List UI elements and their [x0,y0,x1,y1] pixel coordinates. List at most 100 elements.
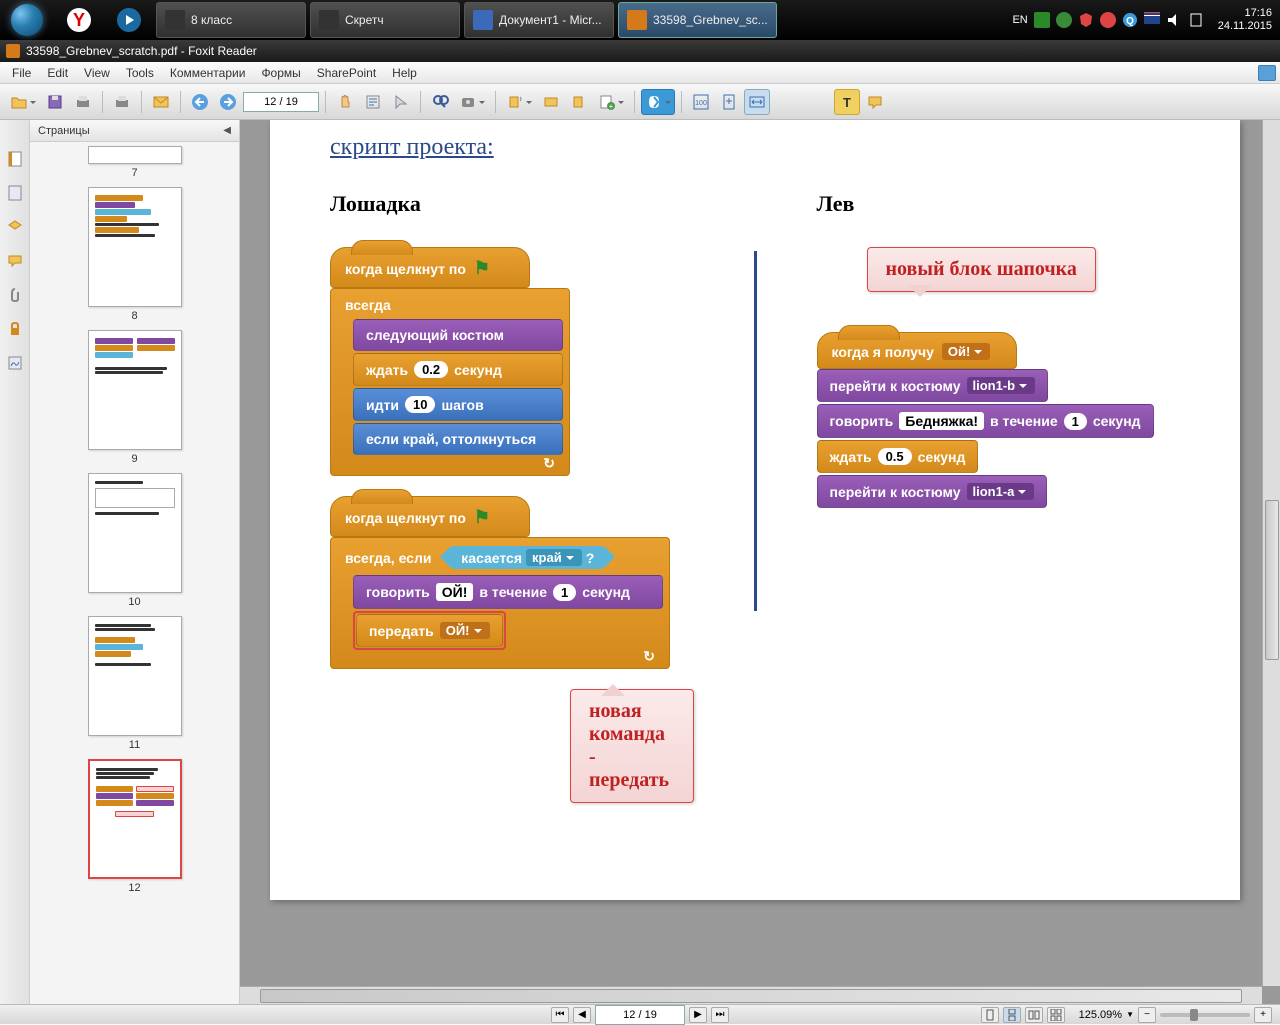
continuous-view-button[interactable] [1003,1007,1021,1023]
vertical-scrollbar[interactable] [1262,120,1280,986]
touching-block: касаетсякрай? [451,546,604,569]
clock[interactable]: 17:16 24.11.2015 [1218,7,1272,33]
move-block: идти10шагов [353,388,563,421]
tray-icon[interactable] [1056,12,1072,28]
zoom-fit-width-button[interactable] [744,89,770,115]
snapshot-button[interactable] [455,89,489,115]
layers-tab-icon[interactable] [6,218,24,236]
svg-text:100: 100 [695,100,707,107]
thumbnails-list[interactable]: 7 8 9 10 11 12 [30,142,239,1004]
thumbnail-10[interactable]: 10 [30,473,239,608]
zoom-dropdown-icon[interactable]: ▼ [1126,1010,1134,1019]
prev-page-button[interactable]: ◀ [573,1007,591,1023]
shield-icon[interactable] [1078,12,1094,28]
taskbar-item-2[interactable]: Документ1 - Micr... [464,2,614,38]
facing-continuous-view-button[interactable] [1047,1007,1065,1023]
zoom-actual-button[interactable]: 100 [688,89,714,115]
select-text-button[interactable] [360,89,386,115]
hand-tool-button[interactable] [332,89,358,115]
switch-costume-block: перейти к костюмуlion1-a [817,475,1048,508]
taskbar-item-1[interactable]: Скретч [310,2,460,38]
forever-if-block: всегда, если касаетсякрай? говоритьОЙ!в … [330,537,670,669]
select-annotation-button[interactable] [388,89,414,115]
menu-help[interactable]: Help [384,66,425,80]
tray-icon[interactable] [1100,12,1116,28]
next-page-button[interactable]: ▶ [689,1007,707,1023]
taskbar-pinned-yandex[interactable]: Y [54,0,104,40]
search-button[interactable] [427,89,453,115]
security-tab-icon[interactable] [6,320,24,338]
taskbar-item-3[interactable]: 33598_Grebnev_sc... [618,2,777,38]
signatures-tab-icon[interactable] [6,354,24,372]
thumbnail-8[interactable]: 8 [30,187,239,322]
email-button[interactable] [148,89,174,115]
pages-tab-icon[interactable] [6,184,24,202]
menu-view[interactable]: View [76,66,118,80]
last-page-button[interactable]: ⏭ [711,1007,729,1023]
attachments-tab-icon[interactable] [6,286,24,304]
say-block: говоритьОЙ!в течение1секунд [353,575,663,609]
next-page-button[interactable] [215,89,241,115]
page-number-input[interactable] [595,1005,685,1025]
insert-button[interactable]: + [594,89,628,115]
taskbar-item-label: 33598_Grebnev_sc... [653,13,768,27]
comments-tab-icon[interactable] [6,252,24,270]
menu-file[interactable]: File [4,66,39,80]
green-flag-icon: ⚑ [474,507,490,528]
callout-new-hat: новый блок шапочка [867,247,1096,292]
menu-sharepoint[interactable]: SharePoint [309,66,384,80]
menu-edit[interactable]: Edit [39,66,76,80]
single-page-view-button[interactable] [981,1007,999,1023]
menu-forms[interactable]: Формы [253,66,308,80]
print-button-2[interactable] [109,89,135,115]
rotate-right-button[interactable] [566,89,592,115]
facing-view-button[interactable] [1025,1007,1043,1023]
volume-icon[interactable] [1166,12,1182,28]
column-title: Лев [817,191,1181,217]
save-button[interactable] [42,89,68,115]
print-button[interactable] [70,89,96,115]
thumbnail-11[interactable]: 11 [30,616,239,751]
bounce-block: если край, оттолкнуться [353,423,563,455]
open-button[interactable] [6,89,40,115]
tray-icon[interactable] [1034,12,1050,28]
bookmarks-tab-icon[interactable] [6,150,24,168]
quicktime-icon[interactable]: Q [1122,12,1138,28]
hat-block: когда щелкнут по⚑ [330,247,530,288]
flag-icon[interactable] [1144,12,1160,28]
horizontal-scrollbar[interactable] [240,986,1262,1004]
thumbnail-9[interactable]: 9 [30,330,239,465]
rotate-view-button[interactable] [538,89,564,115]
note-button[interactable] [862,89,888,115]
page-navigator: ⏮ ◀ ▶ ⏭ [551,1005,729,1025]
next-costume-block: следующий костюм [353,319,563,351]
thumbnail-12[interactable]: 12 [30,759,239,894]
zoom-out-button[interactable]: − [1138,1007,1156,1023]
highlight-button[interactable]: T [834,89,860,115]
share-button[interactable] [641,89,675,115]
zoom-fit-page-button[interactable] [716,89,742,115]
zoom-slider[interactable] [1160,1013,1250,1017]
zoom-in-button[interactable]: + [1254,1007,1272,1023]
menu-tools[interactable]: Tools [118,66,162,80]
receive-block: когда я получуОй! [817,332,1017,369]
document-view[interactable]: скрипт проекта: Лошадка когда щелкнут по… [240,120,1280,1004]
toolbar: + 100 T [0,84,1280,120]
taskbar-pinned-media[interactable] [104,0,154,40]
action-center-icon[interactable] [1188,12,1204,28]
thumbnail-7[interactable]: 7 [30,146,239,179]
taskbar-item-0[interactable]: 8 класс [156,2,306,38]
first-page-button[interactable]: ⏮ [551,1007,569,1023]
svg-text:T: T [843,95,851,110]
language-indicator[interactable]: EN [1012,14,1027,26]
restore-icon[interactable] [1258,65,1276,81]
hat-block: когда щелкнут по⚑ [330,496,530,537]
collapse-icon[interactable]: ◀ [223,125,231,136]
page-number-input[interactable] [243,92,319,112]
prev-page-button[interactable] [187,89,213,115]
menu-bar: File Edit View Tools Комментарии Формы S… [0,62,1280,84]
side-tab-strip [0,120,30,1004]
rotate-left-button[interactable] [502,89,536,115]
menu-comments[interactable]: Комментарии [162,66,254,80]
start-button[interactable] [0,0,54,40]
